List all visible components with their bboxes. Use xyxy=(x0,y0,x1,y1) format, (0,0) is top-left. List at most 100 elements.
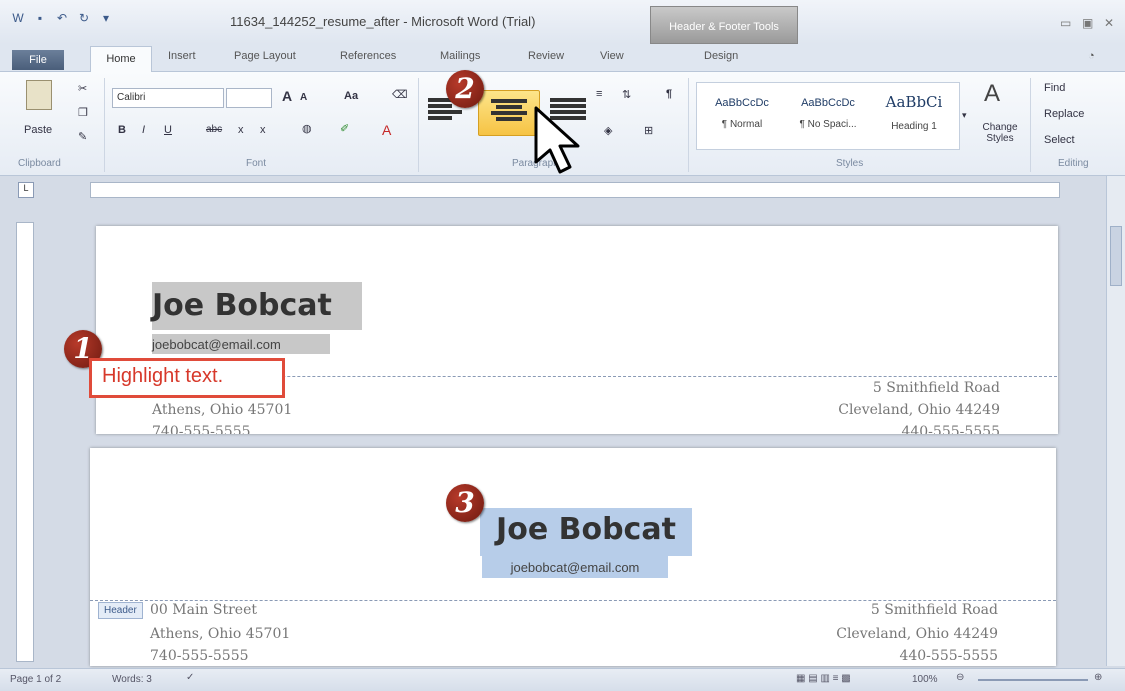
window-title: 11634_144252_resume_after - Microsoft Wo… xyxy=(230,14,536,29)
mouse-pointer-icon xyxy=(534,106,580,174)
style-sample: AaBbCi xyxy=(885,93,943,111)
header-tag[interactable]: Header xyxy=(98,602,143,619)
proofing-icon[interactable]: ✓ xyxy=(186,672,194,683)
tab-page-layout[interactable]: Page Layout xyxy=(234,50,296,62)
tab-view[interactable]: View xyxy=(600,50,624,62)
step-3-badge: 3 xyxy=(446,484,484,522)
customize-qat-icon[interactable]: ▾ xyxy=(98,10,114,26)
page-before: Joe Bobcat joebobcat@email.com Athens, O… xyxy=(96,226,1058,434)
style-no-spacing[interactable]: AaBbCcDc ¶ No Spaci... xyxy=(785,87,871,149)
change-case-button[interactable]: Aa xyxy=(344,90,358,102)
title-bar: W ▪ ↶ ↻ ▾ 11634_144252_resume_after - Mi… xyxy=(0,0,1125,44)
close-button[interactable]: ✕ xyxy=(1104,16,1114,30)
show-formatting-icon[interactable]: ¶ xyxy=(666,88,672,100)
status-bar: Page 1 of 2 Words: 3 ✓ ▦ ▤ ▥ ≡ ▩ 100% ⊖ … xyxy=(0,668,1125,691)
separator xyxy=(104,78,105,172)
underline-button[interactable]: U xyxy=(164,124,172,136)
strikethrough-button[interactable]: abc xyxy=(206,124,222,135)
font-name-box[interactable]: Calibri xyxy=(112,88,224,108)
redo-icon[interactable]: ↻ xyxy=(76,10,92,26)
paste-icon[interactable] xyxy=(26,80,52,110)
change-styles-button[interactable]: Change Styles xyxy=(974,122,1026,144)
style-sample: AaBbCcDc xyxy=(715,97,769,109)
address-right-line3: 440-555-5555 xyxy=(901,424,1000,434)
view-buttons[interactable]: ▦ ▤ ▥ ≡ ▩ xyxy=(796,673,851,684)
minimize-button[interactable]: ▭ xyxy=(1060,16,1071,30)
address-left-line3: 740-555-5555 xyxy=(152,424,251,434)
step-1-callout: Highlight text. xyxy=(89,358,285,398)
tab-references[interactable]: References xyxy=(340,50,396,62)
vertical-ruler[interactable] xyxy=(16,222,34,662)
address-right-line3: 440-555-5555 xyxy=(899,648,998,664)
editing-group-label: Editing xyxy=(1058,158,1089,169)
header-footer-tools-label: Header & Footer Tools xyxy=(650,6,798,44)
bold-button[interactable]: B xyxy=(118,124,126,136)
font-name-value: Calibri xyxy=(117,92,146,103)
resume-email[interactable]: joebobcat@email.com xyxy=(482,560,668,575)
step-2-badge: 2 xyxy=(446,70,484,108)
styles-more-icon[interactable]: ▾ xyxy=(962,110,967,121)
tab-file[interactable]: File xyxy=(12,50,64,70)
address-left-line2: Athens, Ohio 45701 xyxy=(152,402,293,418)
sort-icon[interactable]: ⇅ xyxy=(622,88,631,101)
horizontal-ruler[interactable] xyxy=(90,182,1060,198)
zoom-level[interactable]: 100% xyxy=(912,674,938,685)
vertical-scrollbar[interactable] xyxy=(1106,176,1125,666)
superscript-button[interactable]: x xyxy=(260,124,266,136)
separator xyxy=(418,78,419,172)
address-left-line1: 00 Main Street xyxy=(150,602,257,618)
select-button[interactable]: Select xyxy=(1044,134,1075,146)
style-normal[interactable]: AaBbCcDc ¶ Normal xyxy=(699,87,785,149)
font-size-box[interactable] xyxy=(226,88,272,108)
header-boundary xyxy=(152,376,1057,377)
tab-review[interactable]: Review xyxy=(528,50,564,62)
grow-font-button[interactable]: A xyxy=(282,88,292,104)
clear-formatting-icon[interactable]: ⌫ xyxy=(392,88,408,101)
page-count[interactable]: Page 1 of 2 xyxy=(10,674,61,685)
zoom-out-icon[interactable]: ⊖ xyxy=(956,672,964,683)
separator xyxy=(688,78,689,172)
line-spacing-icon[interactable]: ≡ xyxy=(596,88,602,100)
resume-name[interactable]: Joe Bobcat xyxy=(480,512,692,547)
zoom-slider[interactable] xyxy=(978,679,1088,681)
style-sample: AaBbCcDc xyxy=(801,97,855,109)
save-icon[interactable]: ▪ xyxy=(32,10,48,26)
font-color-button[interactable]: A xyxy=(382,122,391,138)
replace-button[interactable]: Replace xyxy=(1044,108,1084,120)
style-heading-1[interactable]: AaBbCi Heading 1 xyxy=(871,87,957,149)
copy-icon[interactable]: ❐ xyxy=(78,106,88,119)
borders-icon[interactable]: ⊞ xyxy=(644,124,653,137)
tab-mailings[interactable]: Mailings xyxy=(440,50,480,62)
find-button[interactable]: Find xyxy=(1044,82,1065,94)
resume-name[interactable]: Joe Bobcat xyxy=(152,288,332,323)
scroll-thumb[interactable] xyxy=(1110,226,1122,286)
tab-home[interactable]: Home xyxy=(90,46,152,73)
tab-design[interactable]: Design xyxy=(704,50,738,62)
zoom-in-icon[interactable]: ⊕ xyxy=(1094,672,1102,683)
word-count[interactable]: Words: 3 xyxy=(112,674,152,685)
undo-icon[interactable]: ↶ xyxy=(54,10,70,26)
italic-button[interactable]: I xyxy=(142,124,145,136)
text-effects-icon[interactable]: ◍ xyxy=(302,122,312,135)
header-boundary xyxy=(90,600,1056,601)
style-label: Heading 1 xyxy=(891,121,937,132)
address-left-line2: Athens, Ohio 45701 xyxy=(150,626,291,642)
subscript-button[interactable]: x xyxy=(238,124,244,136)
tab-selector[interactable]: L xyxy=(18,182,34,198)
cut-icon[interactable]: ✂ xyxy=(78,82,87,95)
tab-insert[interactable]: Insert xyxy=(168,50,196,62)
style-label: ¶ Normal xyxy=(721,119,763,130)
address-right-line1: 5 Smithfield Road xyxy=(870,602,998,618)
restore-button[interactable]: ▣ xyxy=(1082,16,1093,30)
shrink-font-button[interactable]: A xyxy=(300,92,307,103)
page-after: Joe Bobcat joebobcat@email.com Header 00… xyxy=(90,448,1056,666)
resume-email[interactable]: joebobcat@email.com xyxy=(152,337,281,352)
help-icon[interactable]: ◔ xyxy=(1088,50,1095,62)
shading-icon[interactable]: ◈ xyxy=(604,124,612,137)
change-styles-icon[interactable]: A xyxy=(984,80,1000,108)
highlight-color-icon[interactable]: ✐ xyxy=(340,122,349,135)
address-left-line3: 740-555-5555 xyxy=(150,648,249,664)
ribbon-tabs: File Home Insert Page Layout References … xyxy=(0,44,1125,73)
paste-button[interactable]: Paste xyxy=(24,124,52,136)
format-painter-icon[interactable]: ✎ xyxy=(78,130,87,143)
